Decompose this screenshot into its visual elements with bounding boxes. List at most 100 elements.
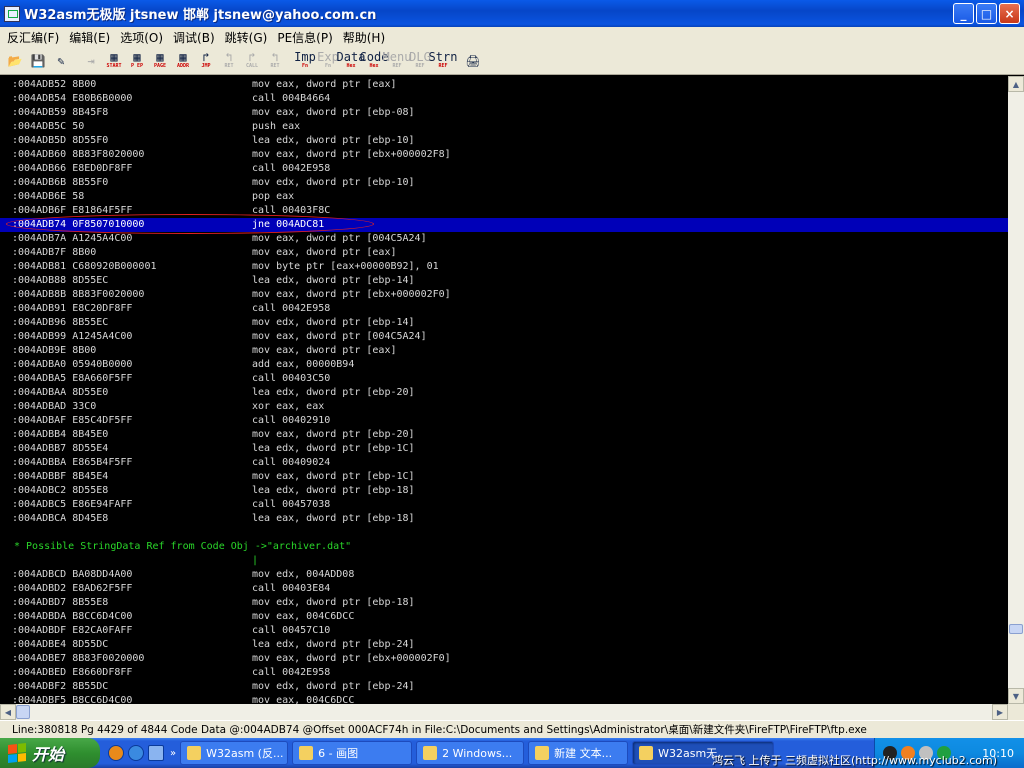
code-line[interactable]	[0, 526, 1008, 540]
code-line[interactable]: :004ADB99 A1245A4C00 mov eax, dword ptr […	[0, 330, 1008, 344]
code-line[interactable]: :004ADBDA B8CC6D4C00 mov eax, 004C6DCC	[0, 610, 1008, 624]
toolbar-start-button[interactable]: ▦ START	[103, 49, 125, 73]
scroll-right-icon[interactable]: ▶	[992, 704, 1008, 720]
task-label: 新建 文本...	[554, 747, 613, 760]
toolbar-addr-button[interactable]: ▦ ADDR	[172, 49, 194, 73]
code-line[interactable]: :004ADBBF 8B45E4 mov eax, dword ptr [ebp-…	[0, 470, 1008, 484]
ie-icon[interactable]	[128, 745, 144, 761]
code-line[interactable]: :004ADB9E 8B00 mov eax, dword ptr [eax]	[0, 344, 1008, 358]
code-line[interactable]: :004ADB88 8D55EC lea edx, dword ptr [ebp-…	[0, 274, 1008, 288]
toolbar-jmp-button[interactable]: ↱ JMP	[195, 49, 217, 73]
code-line[interactable]: :004ADB7F 8B00 mov eax, dword ptr [eax]	[0, 246, 1008, 260]
code-line[interactable]: :004ADB59 8B45F8 mov eax, dword ptr [ebp-…	[0, 106, 1008, 120]
toolbar-print-button[interactable]: 🖨	[462, 49, 484, 73]
toolbar-goto-disabled-button[interactable]: ⇥	[80, 49, 102, 73]
code-line[interactable]: :004ADB6B 8B55F0 mov edx, dword ptr [ebp-…	[0, 176, 1008, 190]
toolbar-call-button[interactable]: ↱ CALL	[241, 49, 263, 73]
scroll-up-icon[interactable]: ▲	[1008, 76, 1024, 92]
code-instruction: mov edx, dword ptr [ebp-14]	[252, 317, 415, 328]
scroll-down-icon[interactable]: ▼	[1008, 688, 1024, 704]
code-line[interactable]: :004ADBB7 8D55E4 lea edx, dword ptr [ebp-…	[0, 442, 1008, 456]
code-line[interactable]: :004ADBCA 8D45E8 lea eax, dword ptr [ebp-…	[0, 512, 1008, 526]
code-instruction: mov edx, dword ptr [ebp-18]	[252, 597, 415, 608]
taskbar-item[interactable]: 2 Windows...	[416, 741, 525, 765]
toolbar-strn-button[interactable]: Strn REF	[429, 49, 458, 73]
code-line[interactable]: :004ADB6F E81864F5FF call 00403F8C	[0, 204, 1008, 218]
code-line[interactable]: |	[0, 554, 1008, 568]
code-line[interactable]: :004ADBF5 B8CC6D4C00 mov eax, 004C6DCC	[0, 694, 1008, 704]
code-line[interactable]: :004ADB6E 58 pop eax	[0, 190, 1008, 204]
code-line[interactable]: :004ADBBA E865B4F5FF call 00409024	[0, 456, 1008, 470]
vertical-scroll-thumb[interactable]	[1009, 624, 1023, 634]
scroll-left-icon[interactable]: ◀	[0, 704, 16, 720]
toolbar-ret-button[interactable]: ↰ RET	[218, 49, 240, 73]
selected-code-line[interactable]: :004ADB74 0F8507010000 jne 004ADC81	[0, 218, 1008, 232]
code-line[interactable]: :004ADBAD 33C0 xor eax, eax	[0, 400, 1008, 414]
code-line[interactable]: :004ADB54 E80B6B0000 call 004B4664	[0, 92, 1008, 106]
code-address: :004ADBC5 E86E94FAFF	[12, 499, 133, 510]
code-line[interactable]: :004ADB52 8B00 mov eax, dword ptr [eax]	[0, 78, 1008, 92]
code-line[interactable]: :004ADB8B 8B83F0020000 mov eax, dword ptr…	[0, 288, 1008, 302]
code-address: :004ADBD2 E8AD62F5FF	[12, 583, 133, 594]
code-line[interactable]: :004ADBDF E82CA0FAFF call 00457C10	[0, 624, 1008, 638]
taskbar-item[interactable]: W32asm (反...	[180, 741, 289, 765]
vertical-scrollbar[interactable]: ▲ ▼	[1008, 76, 1024, 704]
code-line[interactable]: :004ADB5C 50 push eax	[0, 120, 1008, 134]
code-line[interactable]: :004ADBCD BA08DD4A00 mov edx, 004ADD08	[0, 568, 1008, 582]
toolbar-page-button[interactable]: ▦ PAGE	[149, 49, 171, 73]
code-line[interactable]: :004ADBA5 E8A660F5FF call 00403C50	[0, 372, 1008, 386]
show-desktop-icon[interactable]	[148, 745, 164, 761]
maximize-button[interactable]: □	[976, 3, 997, 24]
code-line[interactable]: :004ADB7A A1245A4C00 mov eax, dword ptr […	[0, 232, 1008, 246]
menu-item-2[interactable]: 选项(O)	[115, 29, 168, 46]
close-button[interactable]: ×	[999, 3, 1020, 24]
code-line[interactable]: :004ADBD7 8B55E8 mov edx, dword ptr [ebp-…	[0, 596, 1008, 610]
horizontal-scrollbar[interactable]: ◀ ▶	[0, 704, 1008, 720]
toolbar-ret2-button[interactable]: ↰ RET	[264, 49, 286, 73]
code-line[interactable]: * Possible StringData Ref from Code Obj …	[0, 540, 1008, 554]
code-line[interactable]: :004ADB91 E8C20DF8FF call 0042E958	[0, 302, 1008, 316]
code-line[interactable]: :004ADB5D 8D55F0 lea edx, dword ptr [ebp-…	[0, 134, 1008, 148]
code-line[interactable]: :004ADB81 C680920B000001 mov byte ptr [ea…	[0, 260, 1008, 274]
code-instruction: mov eax, dword ptr [004C5A24]	[252, 233, 427, 244]
code-line[interactable]: :004ADBC5 E86E94FAFF call 00457038	[0, 498, 1008, 512]
toolbar-save-button[interactable]: 💾	[27, 49, 49, 73]
toolbar-imp-button[interactable]: Imp Fn	[294, 49, 316, 73]
code-line[interactable]: :004ADBB4 8B45E0 mov eax, dword ptr [ebp-…	[0, 428, 1008, 442]
menu-item-3[interactable]: 调试(B)	[168, 29, 220, 46]
code-address: :004ADBCD BA08DD4A00	[12, 569, 133, 580]
code-line[interactable]: :004ADB96 8B55EC mov edx, dword ptr [ebp-…	[0, 316, 1008, 330]
menu-item-4[interactable]: 跳转(G)	[220, 29, 273, 46]
minimize-button[interactable]: _	[953, 3, 974, 24]
code-line[interactable]: :004ADB60 8B83F8020000 mov eax, dword ptr…	[0, 148, 1008, 162]
code-line[interactable]: :004ADBD2 E8AD62F5FF call 00403E84	[0, 582, 1008, 596]
menu-item-0[interactable]: 反汇编(F)	[2, 29, 64, 46]
exp-caption: Fn	[324, 63, 332, 69]
horizontal-scroll-thumb[interactable]	[16, 705, 30, 719]
code-line[interactable]: :004ADBA0 05940B0000 add eax, 00000B94	[0, 358, 1008, 372]
menu-item-6[interactable]: 帮助(H)	[338, 29, 390, 46]
start-button[interactable]: 开始	[0, 738, 100, 768]
code-line[interactable]: :004ADBED E8660DF8FF call 0042E958	[0, 666, 1008, 680]
code-line[interactable]: :004ADBE7 8B83F0020000 mov eax, dword ptr…	[0, 652, 1008, 666]
taskbar-item[interactable]: 6 - 画图	[292, 741, 413, 765]
pep-icon: ▦	[133, 50, 141, 64]
menu-item-5[interactable]: PE信息(P)	[272, 29, 337, 46]
disassembly-view[interactable]: :004ADBF5 B8CC6D4C00 mov eax, 004C6DCC:00…	[0, 76, 1008, 704]
firefox-icon[interactable]	[108, 745, 124, 761]
toolbar-menu-button[interactable]: Menu REF	[383, 49, 412, 73]
menu-item-1[interactable]: 编辑(E)	[64, 29, 115, 46]
toolbar-pep-button[interactable]: ▦ P EP	[126, 49, 148, 73]
taskbar-item[interactable]: 新建 文本...	[528, 741, 629, 765]
code-line[interactable]: :004ADBE4 8D55DC lea edx, dword ptr [ebp-…	[0, 638, 1008, 652]
code-address: :004ADB88 8D55EC	[12, 275, 109, 286]
code-address: :004ADB66 E8ED0DF8FF	[12, 163, 133, 174]
code-line[interactable]: :004ADBF2 8B55DC mov edx, dword ptr [ebp-…	[0, 680, 1008, 694]
code-instruction: add eax, 00000B94	[252, 359, 355, 370]
code-line[interactable]: :004ADBAF E85C4DF5FF call 00402910	[0, 414, 1008, 428]
code-line[interactable]: :004ADBC2 8D55E8 lea edx, dword ptr [ebp-…	[0, 484, 1008, 498]
code-line[interactable]: :004ADBAA 8D55E0 lea edx, dword ptr [ebp-…	[0, 386, 1008, 400]
code-line[interactable]: :004ADB66 E8ED0DF8FF call 0042E958	[0, 162, 1008, 176]
toolbar-find-button[interactable]: ✎	[50, 49, 72, 73]
toolbar-open-button[interactable]: 📂	[4, 49, 26, 73]
